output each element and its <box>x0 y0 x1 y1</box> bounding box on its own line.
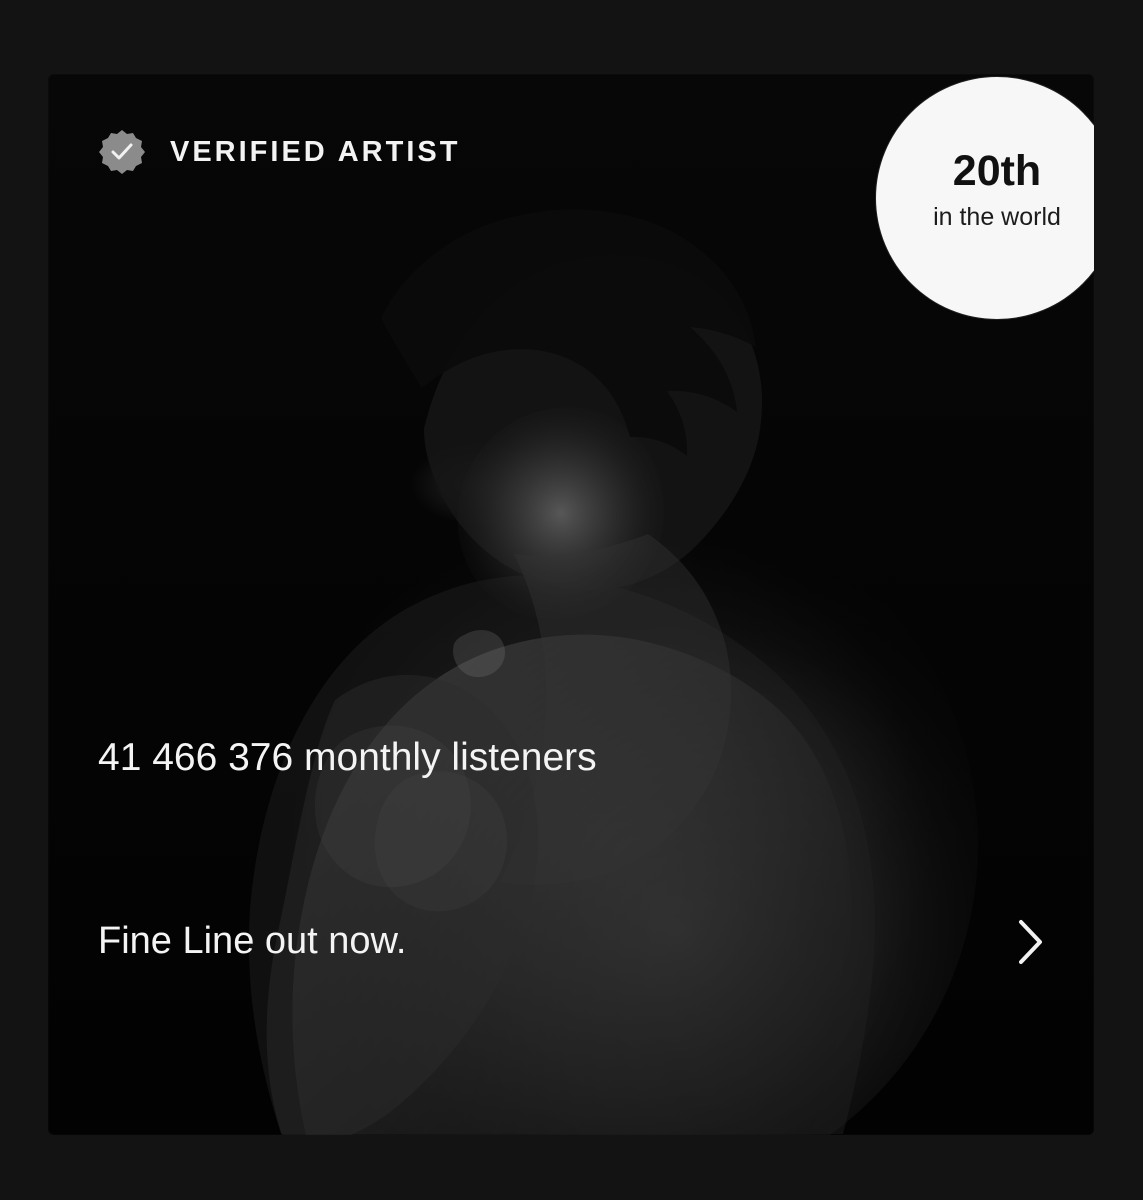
release-text: Fine Line out now. <box>98 920 407 962</box>
world-rank-value: 20th <box>952 147 1042 196</box>
artist-profile-screen: VERIFIED ARTIST 20th in the world 41 466… <box>0 0 1143 1200</box>
world-rank-badge: 20th in the world <box>876 77 1094 319</box>
monthly-listeners-text: 41 466 376 monthly listeners <box>98 736 597 779</box>
verified-artist-row: VERIFIED ARTIST <box>98 128 460 176</box>
release-link-row[interactable]: Fine Line out now. <box>98 896 1058 980</box>
chevron-right-icon[interactable] <box>1010 916 1052 968</box>
artist-card: VERIFIED ARTIST 20th in the world 41 466… <box>48 74 1094 1135</box>
verified-artist-label: VERIFIED ARTIST <box>170 135 461 168</box>
world-rank-label: in the world <box>933 203 1061 232</box>
verified-badge-icon <box>99 130 145 174</box>
